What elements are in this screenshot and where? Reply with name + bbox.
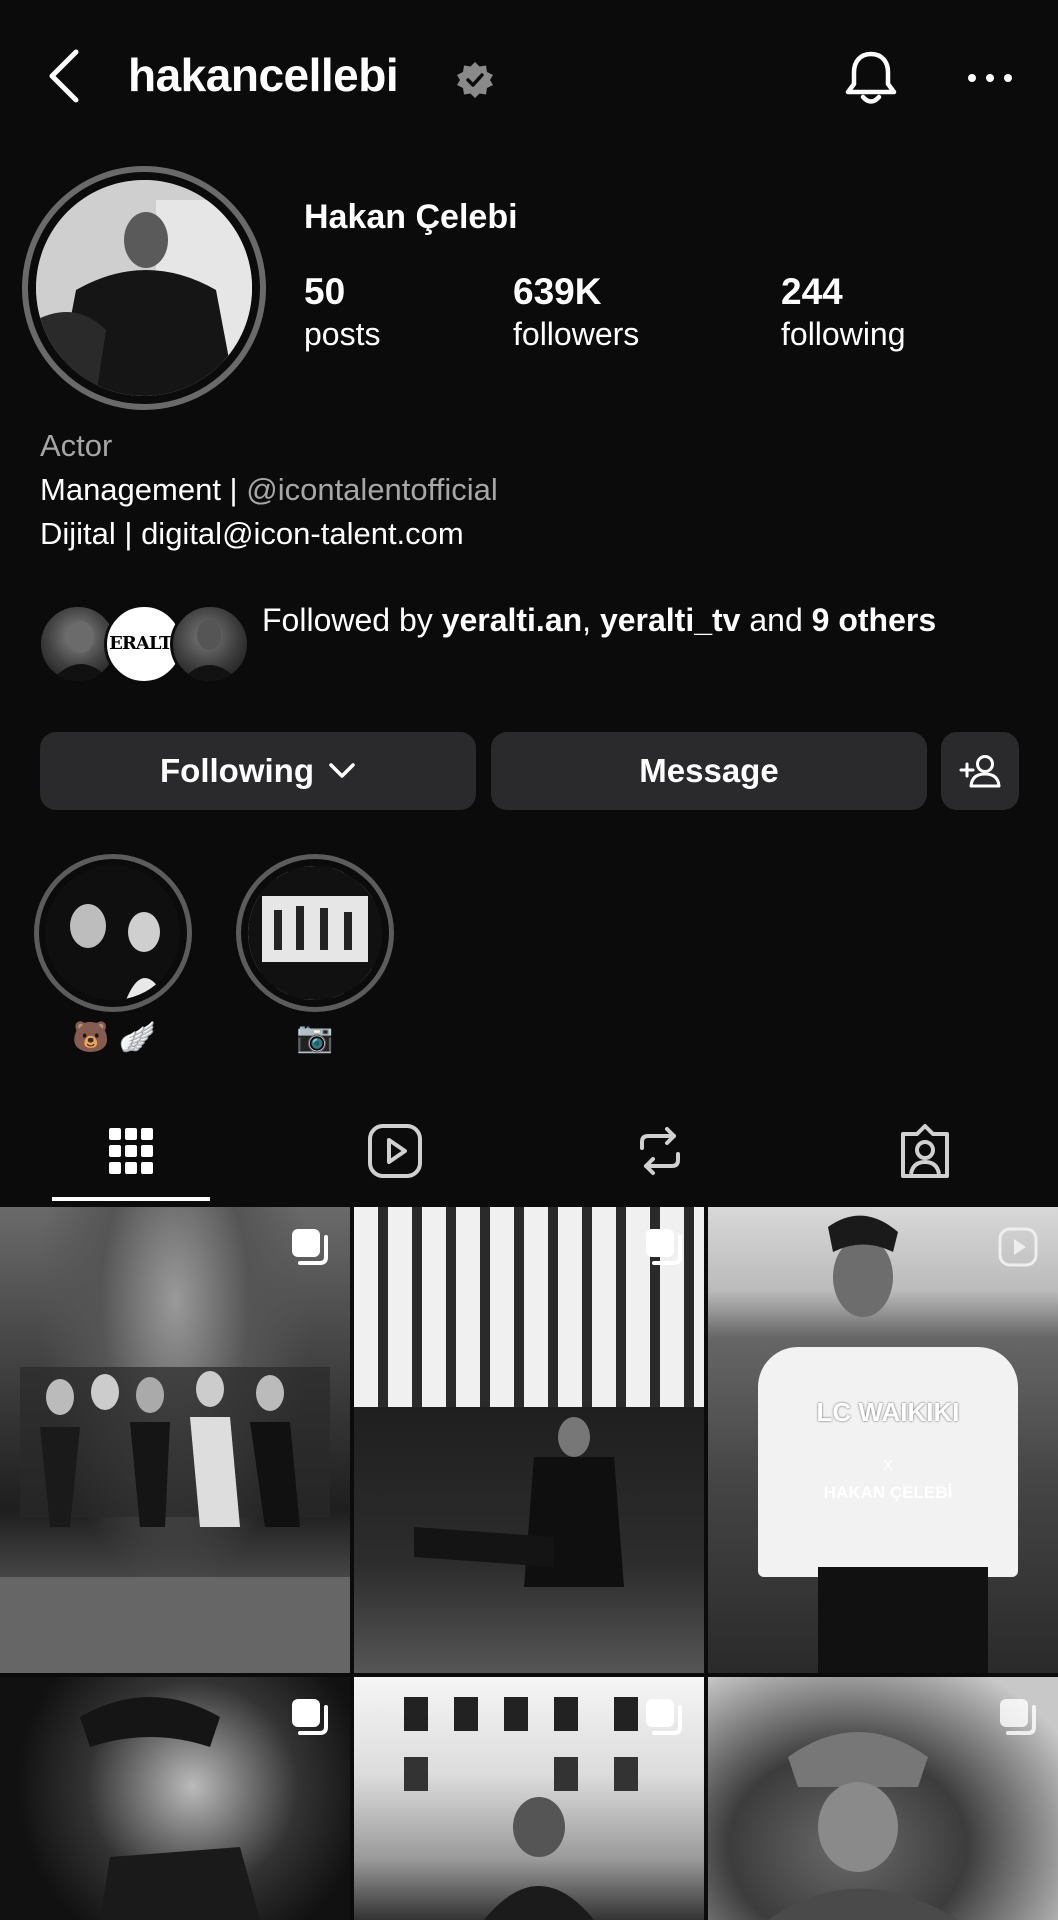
carousel-icon [292, 1699, 328, 1735]
carousel-icon [1000, 1699, 1036, 1735]
followed-by-prefix: Followed by [262, 602, 442, 638]
add-person-icon [959, 755, 1001, 788]
posts-stat[interactable]: 50 posts [304, 270, 380, 354]
followers-count: 639K [513, 271, 602, 312]
profile-username: hakancellebi [128, 49, 399, 101]
bio-line-digital: Dijital | digital@icon-talent.com [40, 516, 464, 551]
posts-label: posts [304, 316, 381, 352]
suggest-people-button[interactable] [941, 732, 1019, 810]
reposts-icon[interactable] [630, 1120, 690, 1182]
active-tab-indicator [52, 1197, 210, 1201]
post-thumbnail-2[interactable] [354, 1207, 704, 1673]
carousel-icon [646, 1229, 682, 1265]
post-3-name-text: HAKAN ÇELEBİ [823, 1483, 953, 1502]
highlight-1-label: 🐻 🪽 [72, 1020, 157, 1055]
highlight-2-label: 📷 [296, 1020, 334, 1055]
message-button[interactable]: Message [491, 732, 927, 810]
profile-avatar[interactable] [36, 180, 252, 396]
top-bar: hakancellebi [0, 0, 1058, 150]
post-3-x-text: X [882, 1457, 893, 1474]
followers-label: followers [513, 316, 640, 352]
bio-management-text: Management | [40, 472, 247, 507]
post-thumbnail-6[interactable] [708, 1677, 1058, 1920]
post-thumbnail-3[interactable]: LC WAIKIKI X HAKAN ÇELEBİ [708, 1207, 1058, 1673]
reels-icon[interactable] [365, 1120, 425, 1182]
post-thumbnail-1[interactable] [0, 1207, 350, 1673]
followed-by-separator: , [582, 602, 600, 638]
profile-bio: Actor Management | @icontalentofficial D… [40, 424, 498, 556]
tagged-icon[interactable] [895, 1120, 955, 1182]
carousel-icon [646, 1699, 682, 1735]
mutual-user-2[interactable]: yeralti_tv [600, 602, 741, 638]
more-options-icon[interactable] [965, 66, 1015, 90]
bio-mention-link[interactable]: @icontalentofficial [246, 472, 497, 507]
post-3-brand-text: LC WAIKIKI [816, 1397, 960, 1427]
mutual-avatar-3[interactable] [170, 604, 250, 684]
followed-by-and: and [740, 602, 812, 638]
following-button[interactable]: Following [40, 732, 476, 810]
highlight-1-cover[interactable] [46, 866, 180, 1000]
verified-badge-icon [457, 62, 493, 98]
chevron-down-icon [329, 763, 355, 778]
carousel-icon [292, 1229, 328, 1265]
posts-count: 50 [304, 271, 346, 312]
followed-by-text[interactable]: Followed by yeralti.an, yeralti_tv and 9… [262, 598, 982, 642]
bio-line-management: Management | @icontalentofficial [40, 468, 498, 512]
post-thumbnail-4[interactable] [0, 1677, 350, 1920]
reel-icon [998, 1227, 1038, 1267]
post-3-pants [818, 1567, 988, 1673]
following-count: 244 [781, 271, 843, 312]
following-label: following [781, 316, 906, 352]
mutual-user-1[interactable]: yeralti.an [442, 602, 583, 638]
bio-category: Actor [40, 428, 113, 463]
following-button-label: Following [160, 752, 314, 789]
display-name: Hakan Çelebi [304, 198, 518, 236]
grid-icon[interactable] [101, 1120, 161, 1182]
following-stat[interactable]: 244 following [781, 270, 906, 354]
mutual-others[interactable]: 9 others [812, 602, 936, 638]
followers-stat[interactable]: 639K followers [513, 270, 639, 354]
back-arrow-icon[interactable] [42, 46, 86, 106]
highlight-2-cover[interactable] [248, 866, 382, 1000]
bell-icon[interactable] [842, 48, 900, 108]
message-button-label: Message [639, 752, 779, 789]
post-thumbnail-5[interactable] [354, 1677, 704, 1920]
